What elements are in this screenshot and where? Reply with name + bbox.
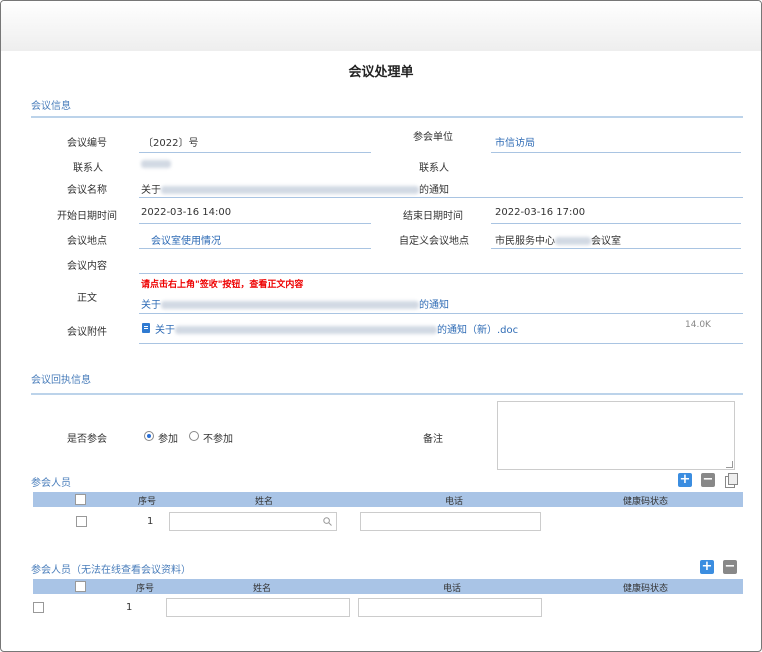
field-underline [139, 152, 371, 153]
page-title: 会议处理单 [348, 65, 414, 80]
location-link[interactable]: 会议室使用情况 [151, 232, 221, 247]
start-time-value: 2022-03-16 14:00 [141, 207, 232, 218]
attachment-label: 会议附件 [67, 327, 107, 338]
meeting-no-value: 〔2022〕号 [143, 138, 199, 149]
row-checkbox[interactable] [76, 516, 87, 527]
field-underline [491, 248, 741, 249]
radio-attend[interactable] [144, 431, 154, 441]
resize-handle[interactable] [726, 461, 733, 468]
section-title-receipt-info: 会议回执信息 [31, 375, 91, 386]
section-title-meeting-info: 会议信息 [31, 101, 71, 112]
plus-icon[interactable]: + [700, 560, 714, 574]
body-text-label: 正文 [77, 293, 97, 304]
meeting-name-label: 会议名称 [67, 185, 107, 196]
content-label: 会议内容 [67, 261, 107, 272]
col-index: 序号 [138, 497, 157, 507]
col-phone: 电话 [445, 497, 464, 507]
row-index: 1 [126, 602, 133, 613]
select-all-checkbox[interactable] [75, 581, 86, 592]
col-phone: 电话 [443, 584, 462, 594]
search-icon[interactable] [323, 517, 332, 526]
word-doc-icon [142, 323, 150, 333]
sign-notice: 请点击右上角"签收"按钮，查看正文内容 [141, 280, 304, 290]
col-index: 序号 [136, 584, 155, 594]
col-health: 健康码状态 [623, 497, 669, 507]
col-name: 姓名 [253, 584, 272, 594]
contact2-label: 联系人 [419, 163, 449, 174]
form-window: 会议处理单 会议信息 会议编号 〔2022〕号 参会单位 市信访局 联系人 联系… [0, 0, 762, 652]
field-underline [491, 152, 741, 153]
plus-icon[interactable]: + [678, 473, 692, 487]
row-checkbox[interactable] [33, 602, 44, 613]
meeting-name-value: 关于 的通知 [141, 185, 449, 196]
name-input[interactable] [166, 598, 350, 617]
meeting-no-label: 会议编号 [67, 138, 107, 149]
phone-input[interactable] [360, 512, 541, 531]
field-underline [139, 223, 371, 224]
location-label: 会议地点 [67, 236, 107, 247]
minus-icon[interactable]: − [723, 560, 737, 574]
attendees-offline-title: 参会人员（无法在线查看会议资料） [31, 565, 191, 576]
minus-icon[interactable]: − [701, 473, 715, 487]
attendees-table-header: 序号 姓名 电话 健康码状态 [33, 492, 743, 507]
attendees-offline-table-header: 序号 姓名 电话 健康码状态 [33, 579, 743, 594]
section-divider [31, 393, 743, 395]
attachment-size: 14.0K [685, 320, 711, 330]
redacted-contact [141, 160, 171, 168]
attend-label: 是否参会 [67, 434, 107, 445]
field-underline [139, 197, 743, 198]
custom-location-label: 自定义会议地点 [399, 236, 469, 247]
remark-textarea[interactable] [497, 401, 735, 470]
section-divider [31, 116, 743, 118]
custom-location-value: 市民服务中心 会议室 [495, 236, 621, 247]
select-all-checkbox[interactable] [75, 494, 86, 505]
field-underline [139, 343, 743, 344]
phone-input[interactable] [358, 598, 542, 617]
radio-not-attend-label[interactable]: 不参加 [203, 430, 233, 445]
copy-icon[interactable] [724, 473, 738, 488]
row-index: 1 [147, 516, 154, 527]
field-underline [139, 248, 371, 249]
radio-attend-label[interactable]: 参加 [158, 430, 178, 445]
col-name: 姓名 [255, 497, 274, 507]
remark-label: 备注 [423, 434, 443, 445]
field-underline [491, 223, 741, 224]
participating-unit-label: 参会单位 [413, 132, 453, 143]
start-time-label: 开始日期时间 [57, 211, 117, 222]
end-time-label: 结束日期时间 [403, 211, 463, 222]
body-text-link[interactable]: 关于 的通知 [141, 296, 449, 311]
participating-unit-value[interactable]: 市信访局 [495, 134, 535, 149]
col-health: 健康码状态 [623, 584, 669, 594]
attendees-title: 参会人员 [31, 478, 71, 489]
field-underline [139, 273, 743, 274]
attachment-link[interactable]: 关于 的通知（新）.doc [155, 321, 518, 336]
end-time-value: 2022-03-16 17:00 [495, 207, 586, 218]
radio-not-attend[interactable] [189, 431, 199, 441]
contact-label: 联系人 [73, 163, 103, 174]
name-input[interactable] [169, 512, 337, 531]
top-toolbar-area [1, 1, 761, 51]
field-underline [139, 313, 743, 314]
